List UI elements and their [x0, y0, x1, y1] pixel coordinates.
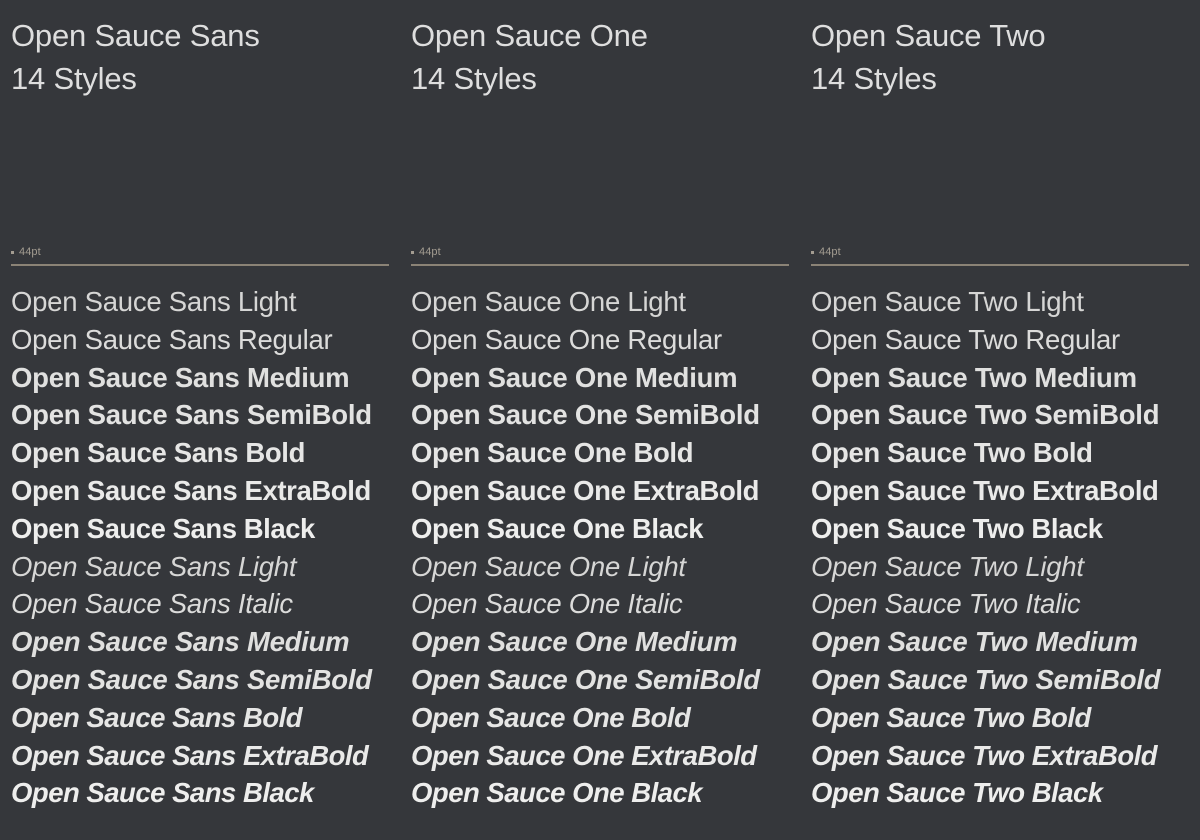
- specimen-row: Open Sauce Sans Bold: [11, 437, 306, 469]
- size-label: 44pt: [19, 246, 41, 258]
- specimen-row: Open Sauce Sans Medium: [11, 361, 350, 393]
- specimen-row: Open Sauce Two Black: [811, 512, 1103, 544]
- family-styles-count: 14 Styles: [11, 60, 137, 96]
- family-column: Open Sauce One 14 Styles 44pt Open Sauce On…: [400, 0, 800, 840]
- specimen-row: Open Sauce One SemiBold: [411, 399, 760, 431]
- bullet-icon: [811, 251, 814, 254]
- specimen-row: Open Sauce One Regular: [411, 323, 722, 355]
- family-column: Open Sauce Sans 14 Styles 44pt Open Sauce S…: [0, 0, 400, 840]
- specimen-list: Open Sauce One Light Open Sauce One Regul…: [411, 283, 789, 812]
- family-name: Open Sauce Sans: [11, 18, 260, 53]
- font-specimen-page: Open Sauce Sans 14 Styles 44pt Open Sauce S…: [0, 0, 1200, 840]
- family-column: Open Sauce Two 14 Styles 44pt Open Sauce Tw…: [800, 0, 1200, 840]
- size-label: 44pt: [419, 246, 441, 258]
- column-header: Open Sauce Two 14 Styles: [811, 0, 1189, 101]
- specimen-list: Open Sauce Two Light Open Sauce Two Regul…: [811, 283, 1189, 812]
- specimen-row: Open Sauce Sans SemiBold: [11, 399, 372, 431]
- specimen-row: Open Sauce Two Italic: [811, 588, 1081, 620]
- family-styles-count: 14 Styles: [411, 60, 537, 96]
- specimen-row: Open Sauce Two Light: [811, 286, 1084, 317]
- specimen-row: Open Sauce Sans Light: [11, 286, 297, 317]
- specimen-row: Open Sauce One ExtraBold: [411, 474, 759, 506]
- size-label: 44pt: [819, 246, 841, 258]
- specimen-row: Open Sauce Sans Black: [11, 512, 315, 544]
- specimen-row: Open Sauce Two Medium: [811, 361, 1137, 393]
- specimen-row: Open Sauce One Medium: [411, 626, 738, 658]
- specimen-row: Open Sauce Sans ExtraBold: [11, 739, 369, 771]
- specimen-list: Open Sauce Sans Light Open Sauce Sans Reg…: [11, 283, 389, 812]
- specimen-row: Open Sauce Two Bold: [811, 437, 1093, 469]
- specimen-row: Open Sauce Two ExtraBold: [811, 739, 1158, 771]
- specimen-row: Open Sauce One ExtraBold: [411, 739, 757, 771]
- specimen-row: Open Sauce Two Black: [811, 777, 1103, 809]
- column-header: Open Sauce One 14 Styles: [411, 0, 789, 101]
- bullet-icon: [11, 251, 14, 254]
- specimen-row: Open Sauce Sans Medium: [11, 626, 350, 658]
- specimen-row: Open Sauce Two ExtraBold: [811, 474, 1159, 506]
- specimen-row: Open Sauce One Medium: [411, 361, 738, 393]
- specimen-row: Open Sauce One Light: [411, 286, 686, 317]
- size-divider-rule: [411, 264, 789, 266]
- specimen-row: Open Sauce Two Regular: [811, 323, 1120, 355]
- specimen-row: Open Sauce One Bold: [411, 437, 694, 469]
- specimen-row: Open Sauce Sans Bold: [11, 701, 303, 733]
- size-block: 44pt: [11, 246, 389, 266]
- size-divider-rule: [811, 264, 1189, 266]
- size-label-row: 44pt: [11, 246, 389, 259]
- family-name: Open Sauce Two: [811, 18, 1046, 53]
- specimen-row: Open Sauce Two SemiBold: [811, 399, 1160, 431]
- specimen-row: Open Sauce Sans Italic: [11, 588, 293, 620]
- specimen-row: Open Sauce One Bold: [411, 701, 691, 733]
- size-label-row: 44pt: [811, 246, 1189, 259]
- specimen-row: Open Sauce Sans ExtraBold: [11, 474, 371, 506]
- size-divider-rule: [11, 264, 389, 266]
- family-name: Open Sauce One: [411, 18, 648, 53]
- specimen-row: Open Sauce One Italic: [411, 588, 683, 620]
- size-block: 44pt: [411, 246, 789, 266]
- specimen-row: Open Sauce One Black: [411, 512, 704, 544]
- specimen-row: Open Sauce Two Bold: [811, 701, 1091, 733]
- specimen-row: Open Sauce Sans SemiBold: [11, 663, 372, 695]
- specimen-row: Open Sauce Two Medium: [811, 626, 1138, 658]
- specimen-row: Open Sauce Sans Black: [11, 777, 314, 809]
- specimen-row: Open Sauce One Light: [411, 550, 686, 582]
- specimen-row: Open Sauce Two SemiBold: [811, 663, 1161, 695]
- family-styles-count: 14 Styles: [811, 60, 937, 96]
- size-block: 44pt: [811, 246, 1189, 266]
- specimen-row: Open Sauce Sans Regular: [11, 323, 333, 355]
- bullet-icon: [411, 251, 414, 254]
- specimen-row: Open Sauce One Black: [411, 777, 703, 809]
- specimen-row: Open Sauce Two Light: [811, 550, 1084, 582]
- column-header: Open Sauce Sans 14 Styles: [11, 0, 389, 101]
- specimen-row: Open Sauce Sans Light: [11, 550, 297, 582]
- specimen-row: Open Sauce One SemiBold: [411, 663, 760, 695]
- size-label-row: 44pt: [411, 246, 789, 259]
